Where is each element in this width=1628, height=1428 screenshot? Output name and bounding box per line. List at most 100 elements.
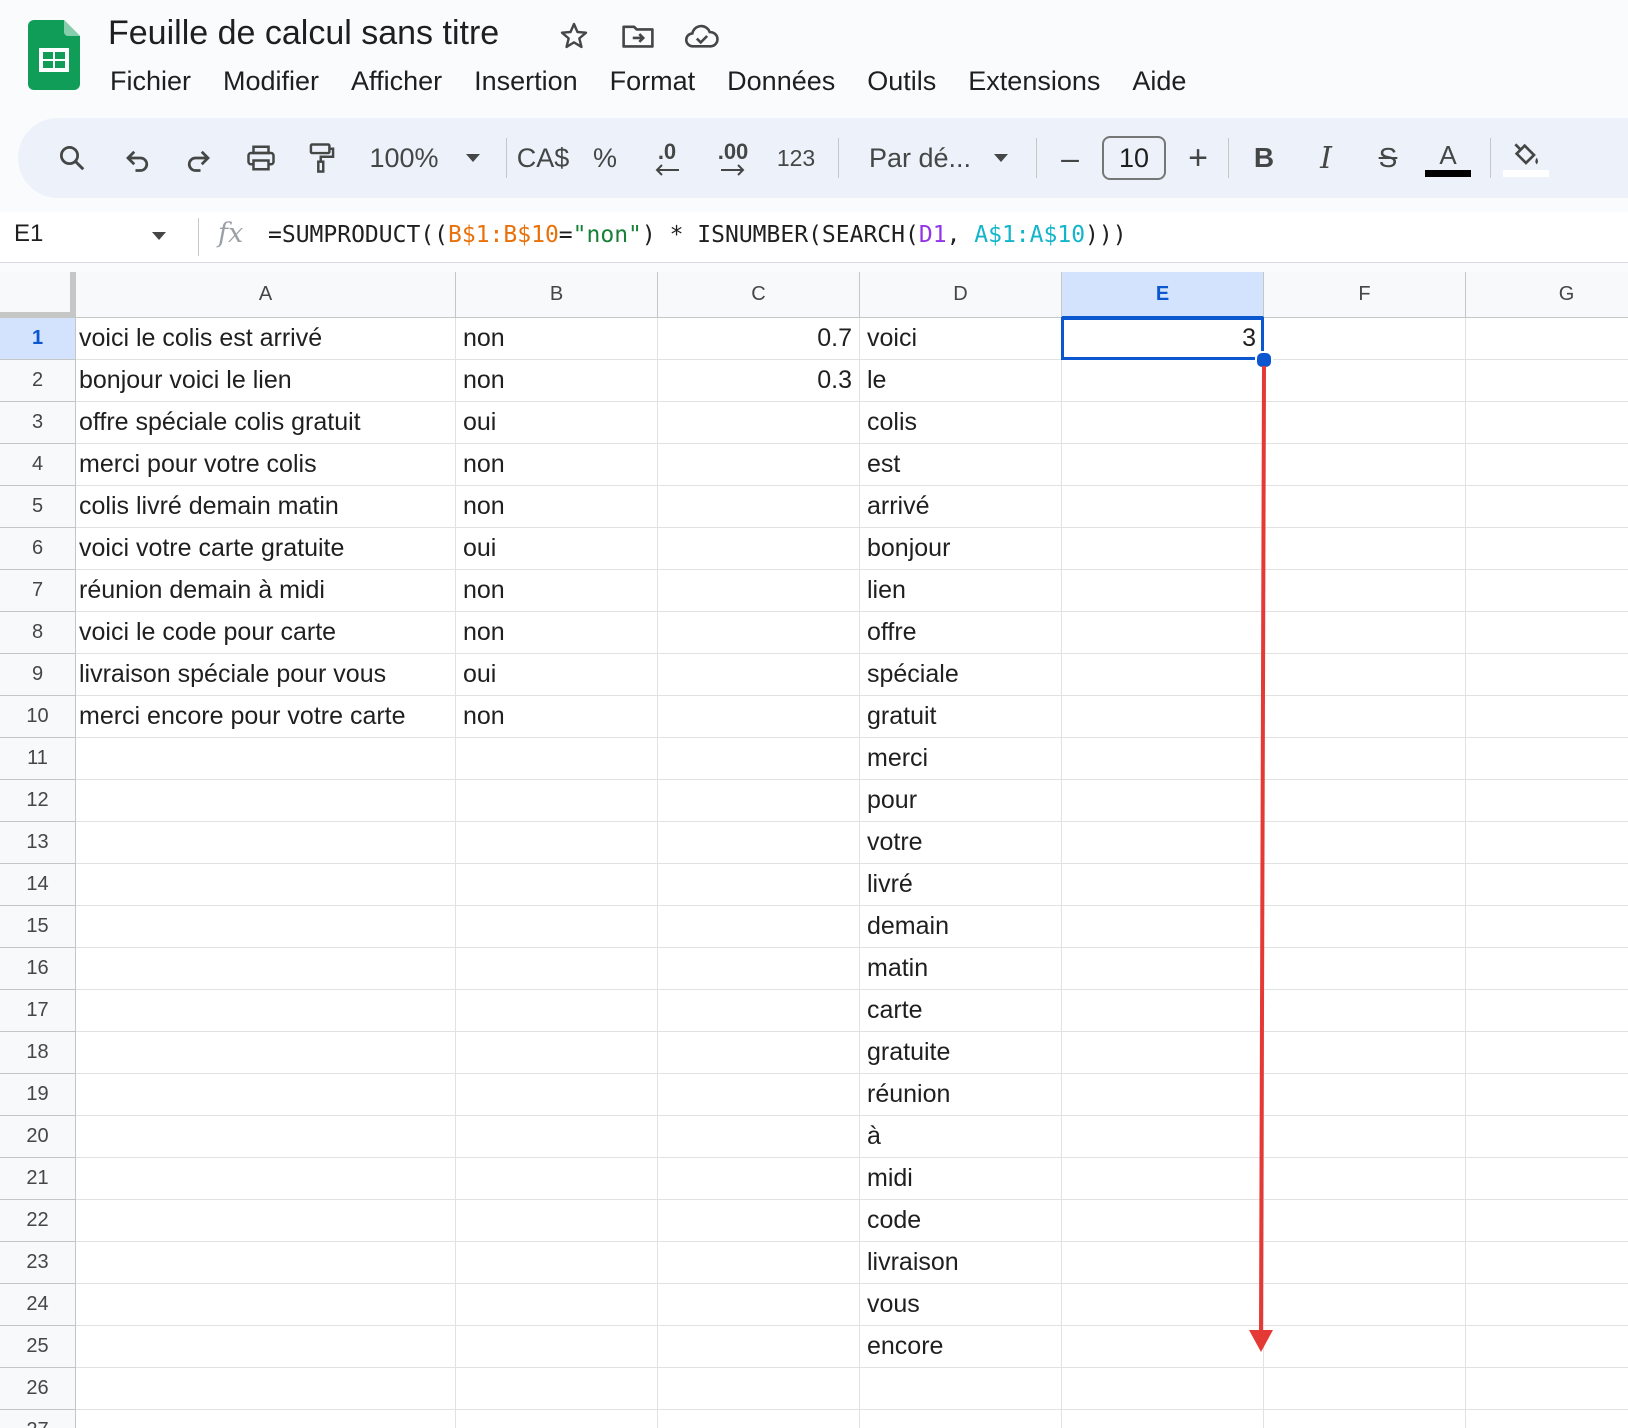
cell-d9[interactable]: spéciale bbox=[860, 654, 1062, 696]
cell-f11[interactable] bbox=[1264, 738, 1466, 780]
cell-d2[interactable]: le bbox=[860, 360, 1062, 402]
row-header[interactable]: 11 bbox=[0, 738, 76, 780]
cell-e18[interactable] bbox=[1062, 1032, 1264, 1074]
text-color-button[interactable]: A bbox=[1424, 118, 1472, 198]
row-header[interactable]: 20 bbox=[0, 1116, 76, 1158]
cell-a2[interactable]: bonjour voici le lien bbox=[76, 360, 456, 402]
cell-a9[interactable]: livraison spéciale pour vous bbox=[76, 654, 456, 696]
row-header[interactable]: 21 bbox=[0, 1158, 76, 1200]
cell-c20[interactable] bbox=[658, 1116, 860, 1158]
cell-a7[interactable]: réunion demain à midi bbox=[76, 570, 456, 612]
cell-b7[interactable]: non bbox=[456, 570, 658, 612]
cell-d17[interactable]: carte bbox=[860, 990, 1062, 1032]
cell-b17[interactable] bbox=[456, 990, 658, 1032]
cell-e2[interactable] bbox=[1062, 360, 1264, 402]
row-header[interactable]: 1 bbox=[0, 318, 76, 360]
cell-a23[interactable] bbox=[76, 1242, 456, 1284]
cell-d20[interactable]: à bbox=[860, 1116, 1062, 1158]
row-header[interactable]: 13 bbox=[0, 822, 76, 864]
cell-e17[interactable] bbox=[1062, 990, 1264, 1032]
cell-c21[interactable] bbox=[658, 1158, 860, 1200]
cell-f17[interactable] bbox=[1264, 990, 1466, 1032]
name-box[interactable]: E1 bbox=[14, 220, 43, 248]
cell-d6[interactable]: bonjour bbox=[860, 528, 1062, 570]
cell-d24[interactable]: vous bbox=[860, 1284, 1062, 1326]
cell-e1[interactable]: 3 bbox=[1062, 318, 1264, 360]
menu-afficher[interactable]: Afficher bbox=[335, 60, 458, 102]
cell-e5[interactable] bbox=[1062, 486, 1264, 528]
cell-e14[interactable] bbox=[1062, 864, 1264, 906]
cell-g24[interactable] bbox=[1466, 1284, 1628, 1326]
decrease-font-size-button[interactable]: – bbox=[1050, 118, 1090, 198]
column-header-e[interactable]: E bbox=[1062, 272, 1264, 318]
cell-f14[interactable] bbox=[1264, 864, 1466, 906]
cell-c4[interactable] bbox=[658, 444, 860, 486]
cell-c10[interactable] bbox=[658, 696, 860, 738]
cell-f23[interactable] bbox=[1264, 1242, 1466, 1284]
cell-c12[interactable] bbox=[658, 780, 860, 822]
row-header[interactable]: 17 bbox=[0, 990, 76, 1032]
cell-g16[interactable] bbox=[1466, 948, 1628, 990]
cell-c14[interactable] bbox=[658, 864, 860, 906]
formula-input[interactable]: =SUMPRODUCT((B$1:B$10="non") * ISNUMBER(… bbox=[268, 222, 1127, 248]
cell-g20[interactable] bbox=[1466, 1116, 1628, 1158]
cell-e16[interactable] bbox=[1062, 948, 1264, 990]
cell-d19[interactable]: réunion bbox=[860, 1074, 1062, 1116]
cell-g13[interactable] bbox=[1466, 822, 1628, 864]
cell-c19[interactable] bbox=[658, 1074, 860, 1116]
row-header[interactable]: 26 bbox=[0, 1368, 76, 1410]
redo-icon[interactable] bbox=[178, 118, 218, 198]
cell-d16[interactable]: matin bbox=[860, 948, 1062, 990]
cell-b4[interactable]: non bbox=[456, 444, 658, 486]
cell-c3[interactable] bbox=[658, 402, 860, 444]
fill-handle[interactable] bbox=[1255, 351, 1273, 369]
menu-insertion[interactable]: Insertion bbox=[458, 60, 594, 102]
cell-e13[interactable] bbox=[1062, 822, 1264, 864]
cell-g21[interactable] bbox=[1466, 1158, 1628, 1200]
cell-b18[interactable] bbox=[456, 1032, 658, 1074]
menu-modifier[interactable]: Modifier bbox=[207, 60, 335, 102]
cell-b16[interactable] bbox=[456, 948, 658, 990]
cell-b25[interactable] bbox=[456, 1326, 658, 1368]
cell-c15[interactable] bbox=[658, 906, 860, 948]
strikethrough-button[interactable]: S bbox=[1368, 118, 1408, 198]
row-header[interactable]: 4 bbox=[0, 444, 76, 486]
row-header[interactable]: 5 bbox=[0, 486, 76, 528]
zoom-select[interactable]: 100% bbox=[364, 118, 444, 198]
star-icon[interactable] bbox=[556, 18, 592, 54]
cell-f2[interactable] bbox=[1264, 360, 1466, 402]
cell-d15[interactable]: demain bbox=[860, 906, 1062, 948]
cell-c22[interactable] bbox=[658, 1200, 860, 1242]
cell-g19[interactable] bbox=[1466, 1074, 1628, 1116]
cell-g23[interactable] bbox=[1466, 1242, 1628, 1284]
cell-e24[interactable] bbox=[1062, 1284, 1264, 1326]
cell-g11[interactable] bbox=[1466, 738, 1628, 780]
cell-d25[interactable]: encore bbox=[860, 1326, 1062, 1368]
cell-a20[interactable] bbox=[76, 1116, 456, 1158]
cell-d27[interactable] bbox=[860, 1410, 1062, 1428]
cell-b26[interactable] bbox=[456, 1368, 658, 1410]
cell-e27[interactable] bbox=[1062, 1410, 1264, 1428]
cell-b20[interactable] bbox=[456, 1116, 658, 1158]
cell-e8[interactable] bbox=[1062, 612, 1264, 654]
cell-a22[interactable] bbox=[76, 1200, 456, 1242]
document-title[interactable]: Feuille de calcul sans titre bbox=[108, 14, 499, 53]
cell-f18[interactable] bbox=[1264, 1032, 1466, 1074]
cell-e4[interactable] bbox=[1062, 444, 1264, 486]
cell-f12[interactable] bbox=[1264, 780, 1466, 822]
cell-b11[interactable] bbox=[456, 738, 658, 780]
menu-aide[interactable]: Aide bbox=[1116, 60, 1202, 102]
cell-e20[interactable] bbox=[1062, 1116, 1264, 1158]
row-header[interactable]: 12 bbox=[0, 780, 76, 822]
cell-g18[interactable] bbox=[1466, 1032, 1628, 1074]
cell-a5[interactable]: colis livré demain matin bbox=[76, 486, 456, 528]
cell-a14[interactable] bbox=[76, 864, 456, 906]
cell-c11[interactable] bbox=[658, 738, 860, 780]
cell-b24[interactable] bbox=[456, 1284, 658, 1326]
cell-c17[interactable] bbox=[658, 990, 860, 1032]
row-header[interactable]: 23 bbox=[0, 1242, 76, 1284]
cell-f20[interactable] bbox=[1264, 1116, 1466, 1158]
cell-f10[interactable] bbox=[1264, 696, 1466, 738]
cell-e6[interactable] bbox=[1062, 528, 1264, 570]
cell-d12[interactable]: pour bbox=[860, 780, 1062, 822]
